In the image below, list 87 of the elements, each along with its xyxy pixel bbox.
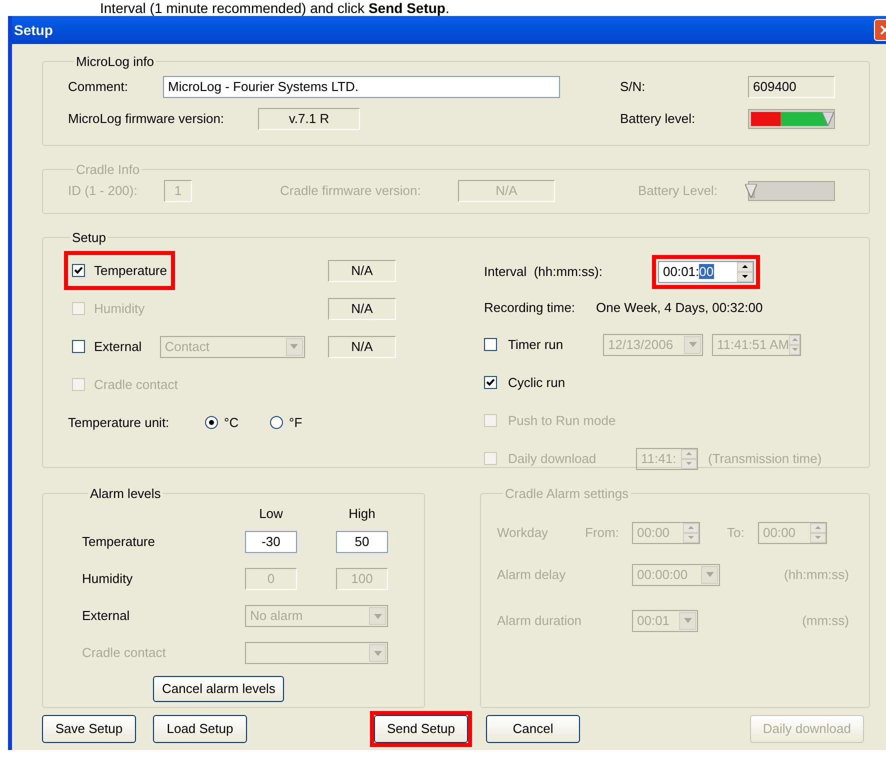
cradle-firmware-field: N/A bbox=[458, 180, 555, 202]
label: External bbox=[82, 607, 131, 626]
group-title: Alarm levels bbox=[89, 485, 162, 503]
label: Timer run bbox=[508, 336, 564, 354]
dialog-button[interactable]: Load Setup bbox=[153, 715, 247, 743]
label: External bbox=[94, 338, 142, 356]
label: ID (1 - 200): bbox=[68, 182, 138, 200]
label: (Transmission time) bbox=[708, 450, 822, 468]
label: Humidity bbox=[94, 300, 145, 318]
label: Recording time: bbox=[484, 298, 576, 317]
spin-down-icon bbox=[792, 348, 798, 351]
label: From: bbox=[585, 524, 620, 542]
low-field: 0 bbox=[245, 568, 297, 590]
instruction-text: Interval (1 minute recommended) and click Send Setup. bbox=[100, 0, 450, 16]
reading-field: N/A bbox=[328, 260, 396, 282]
spin-up-icon bbox=[792, 338, 798, 341]
spin-field[interactable]: 11:41:51 AM bbox=[712, 334, 801, 356]
reading-field: N/A bbox=[328, 298, 396, 320]
spin-up-icon bbox=[686, 452, 692, 455]
spin-up-icon bbox=[815, 526, 821, 529]
radio-button[interactable] bbox=[205, 416, 218, 429]
label: Workday bbox=[497, 524, 550, 542]
spin-down-icon bbox=[815, 536, 821, 539]
spin-up-icon bbox=[688, 526, 694, 529]
checkbox[interactable] bbox=[72, 264, 85, 277]
label: Cradle contact bbox=[82, 644, 167, 662]
label: Temperature bbox=[94, 262, 167, 280]
dropdown-arrow-icon bbox=[684, 618, 692, 623]
group-title: Cradle Info bbox=[75, 161, 141, 179]
label: Cyclic run bbox=[508, 374, 566, 392]
label: MicroLog firmware version: bbox=[68, 110, 226, 128]
label: S/N: bbox=[620, 78, 646, 96]
label: Cradle firmware version: bbox=[280, 182, 422, 200]
dropdown-arrow-icon bbox=[374, 650, 382, 656]
label: (hh:mm:ss) bbox=[784, 566, 849, 584]
checkbox[interactable] bbox=[484, 376, 497, 389]
label: Daily download bbox=[508, 450, 596, 468]
dialog-button[interactable]: Send Setup bbox=[374, 715, 468, 743]
dialog-button[interactable]: Save Setup bbox=[42, 715, 136, 743]
low-field[interactable]: -30 bbox=[245, 531, 297, 553]
column-header: High bbox=[348, 505, 376, 523]
spin-down-icon bbox=[688, 536, 694, 539]
dropdown[interactable]: 12/13/2006 bbox=[603, 334, 703, 356]
label: Humidity bbox=[82, 570, 134, 588]
column-header: Low bbox=[258, 505, 284, 523]
dialog-button[interactable]: Cancel bbox=[486, 715, 580, 743]
spin-field[interactable]: 00:01:00 bbox=[658, 260, 754, 282]
label: Alarm duration bbox=[497, 612, 583, 630]
window-title: Setup bbox=[14, 20, 53, 40]
reading-field: N/A bbox=[328, 336, 396, 358]
recording-time-value: One Week, 4 Days, 00:32:00 bbox=[596, 298, 763, 317]
label: Battery level: bbox=[620, 110, 696, 128]
label: °C bbox=[224, 414, 239, 432]
spin-up-icon bbox=[742, 265, 748, 268]
label: °F bbox=[289, 414, 302, 432]
label: Push to Run mode bbox=[508, 412, 616, 430]
group-title: Setup bbox=[71, 229, 107, 247]
pointer-icon bbox=[822, 112, 834, 126]
spin-down-icon bbox=[742, 275, 748, 278]
label: Temperature unit: bbox=[68, 414, 170, 432]
radio-button[interactable] bbox=[270, 416, 283, 429]
dropdown-arrow-icon bbox=[688, 342, 696, 347]
group-title: Cradle Alarm settings bbox=[504, 485, 630, 503]
label: Interval (hh:mm:ss): bbox=[484, 262, 604, 281]
dropdown-arrow-icon bbox=[374, 614, 382, 618]
checkbox[interactable] bbox=[484, 338, 497, 351]
comment-field[interactable]: MicroLog - Fourier Systems LTD. bbox=[163, 76, 560, 98]
label: Alarm delay bbox=[497, 566, 567, 584]
label: Battery Level: bbox=[638, 182, 718, 200]
dropdown-arrow-icon bbox=[706, 572, 714, 577]
label: (mm:ss) bbox=[802, 612, 849, 630]
label: Comment: bbox=[68, 78, 129, 96]
label: To: bbox=[727, 524, 746, 542]
label: Cradle contact bbox=[94, 376, 178, 394]
high-field[interactable]: 50 bbox=[336, 531, 388, 553]
serial-number-field: 609400 bbox=[748, 76, 835, 98]
pointer-icon bbox=[745, 184, 758, 198]
dropdown[interactable]: Contact bbox=[160, 336, 305, 358]
dropdown-arrow-icon bbox=[290, 344, 298, 349]
spin-down-icon bbox=[686, 462, 692, 465]
checkbox[interactable] bbox=[72, 340, 85, 353]
id-field: 1 bbox=[164, 180, 192, 202]
cancel-alarm-levels-button[interactable]: Cancel alarm levels bbox=[153, 676, 284, 702]
label: Temperature bbox=[82, 533, 156, 552]
group-title: MicroLog info bbox=[75, 53, 156, 71]
high-field: 100 bbox=[336, 568, 388, 590]
firmware-version-field: v.7.1 R bbox=[258, 108, 360, 130]
